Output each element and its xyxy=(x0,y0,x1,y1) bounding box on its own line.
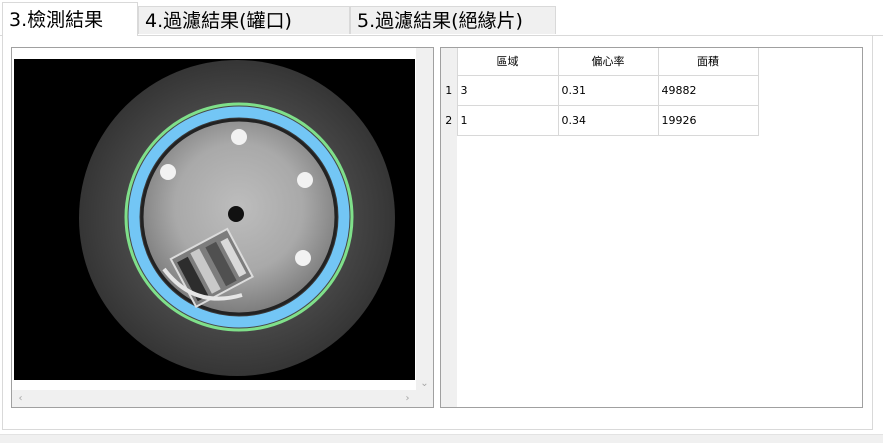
scroll-corner xyxy=(416,390,433,407)
row-number: 2 xyxy=(441,105,457,135)
tab-content: ⌄ ‹ › 區域 偏心率 面積 1 3 0.31 49882 2 1 0.34 … xyxy=(2,36,873,430)
vent-hole xyxy=(295,250,311,266)
center-hole xyxy=(228,206,244,222)
results-grid[interactable]: 區域 偏心率 面積 1 3 0.31 49882 2 1 0.34 19926 xyxy=(440,47,863,408)
column-header-eccentricity[interactable]: 偏心率 xyxy=(557,48,659,76)
image-viewport[interactable] xyxy=(12,48,416,392)
tab-label: 4.過濾結果(罐口) xyxy=(145,10,292,32)
table-row[interactable]: 1 3 0.31 49882 xyxy=(441,74,759,106)
column-header-area[interactable]: 面積 xyxy=(657,48,759,76)
column-header-region[interactable]: 區域 xyxy=(456,48,559,76)
inspection-image-svg xyxy=(79,60,395,376)
tab-bar: 3.檢測結果 4.過濾結果(罐口) 5.過濾結果(絕緣片) xyxy=(0,0,883,36)
bottom-strip xyxy=(0,434,883,443)
vertical-scrollbar[interactable]: ⌄ xyxy=(416,48,433,392)
scroll-left-icon[interactable]: ‹ xyxy=(12,390,29,407)
tab-detection-result[interactable]: 3.檢測結果 xyxy=(2,2,138,36)
results-table: 區域 偏心率 面積 1 3 0.31 49882 2 1 0.34 19926 xyxy=(441,48,759,136)
tab-filter-result-insulation[interactable]: 5.過濾結果(絕緣片) xyxy=(350,6,556,34)
vent-hole xyxy=(297,172,313,188)
image-panel: ⌄ ‹ › xyxy=(11,47,434,408)
horizontal-scrollbar[interactable]: ‹ › xyxy=(12,390,416,407)
cell-area[interactable]: 49882 xyxy=(657,74,759,106)
row-number: 1 xyxy=(441,75,457,105)
grid-corner xyxy=(441,48,457,75)
cell-eccentricity[interactable]: 0.34 xyxy=(557,104,659,136)
cell-region[interactable]: 3 xyxy=(456,74,559,106)
header-row: 區域 偏心率 面積 xyxy=(441,48,759,76)
vent-hole xyxy=(231,129,247,145)
scroll-right-icon[interactable]: › xyxy=(399,390,416,407)
cell-region[interactable]: 1 xyxy=(456,104,559,136)
tab-label: 5.過濾結果(絕緣片) xyxy=(357,10,523,32)
vent-hole xyxy=(160,164,176,180)
cell-eccentricity[interactable]: 0.31 xyxy=(557,74,659,106)
table-row[interactable]: 2 1 0.34 19926 xyxy=(441,104,759,136)
inspection-image xyxy=(14,59,415,380)
tab-label: 3.檢測結果 xyxy=(9,9,104,31)
cell-area[interactable]: 19926 xyxy=(657,104,759,136)
tab-filter-result-can-mouth[interactable]: 4.過濾結果(罐口) xyxy=(138,6,350,34)
